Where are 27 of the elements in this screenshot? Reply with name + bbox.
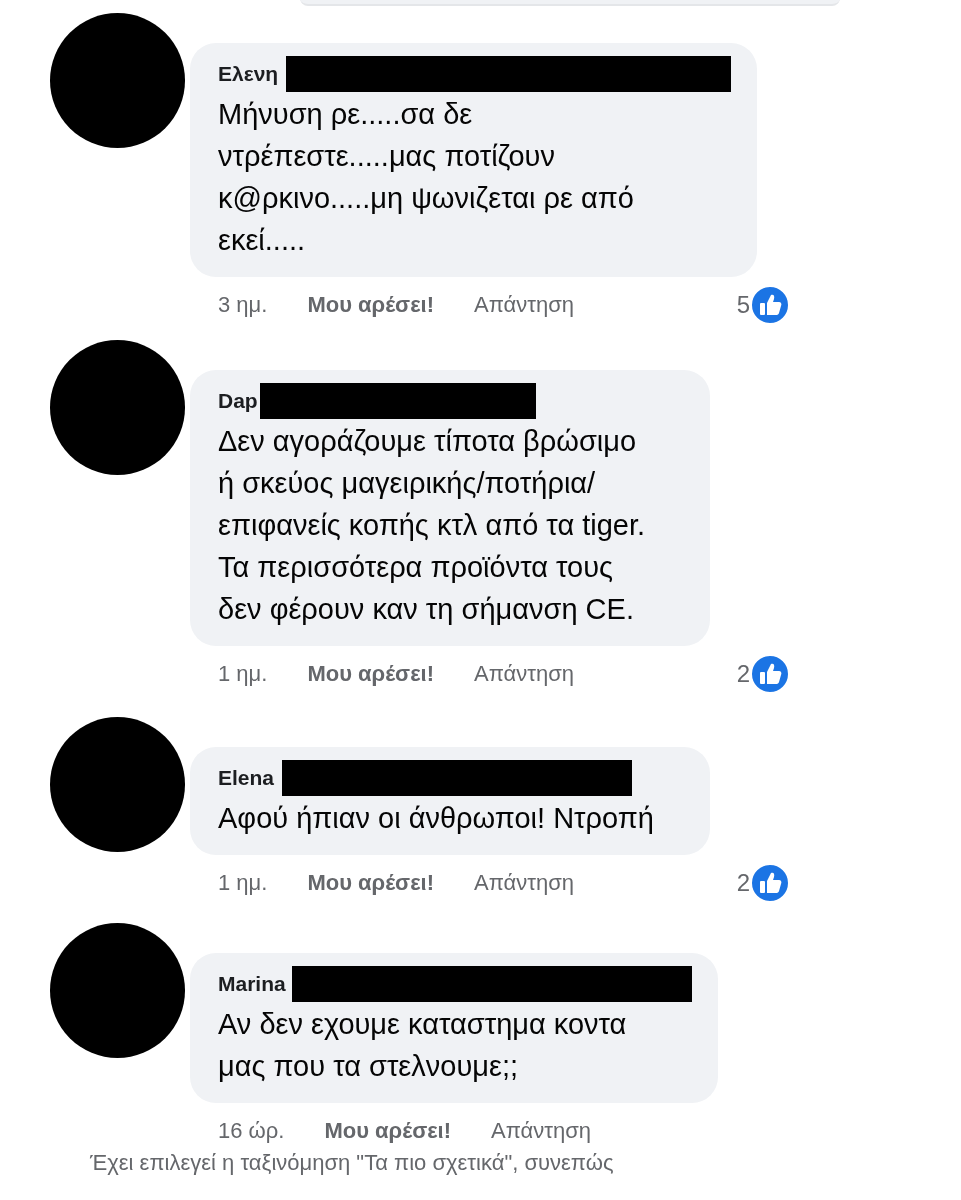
comment-text: Μήνυση ρε.....σα δε ντρέπεστε.....μας ποτίζουν κ@ρκινο.....μη ψωνιζεται ρε από εκεί..... <box>218 97 635 258</box>
reaction-count[interactable]: 5 <box>736 291 750 319</box>
reply-link[interactable]: Απάντηση <box>474 661 575 687</box>
comment-time[interactable]: 16 ώρ. <box>218 1118 285 1144</box>
like-link[interactable]: Μου αρέσει! <box>307 661 435 687</box>
comment-time[interactable]: 3 ημ. <box>218 292 268 318</box>
thumbs-up-icon <box>750 654 790 694</box>
reply-link[interactable]: Απάντηση <box>474 292 575 318</box>
sort-notice: Έχει επιλεγεί η ταξινόμηση "Τα πιο σχετικά", συνεπώς <box>90 1150 614 1176</box>
reaction-count[interactable]: 2 <box>736 660 750 688</box>
like-link[interactable]: Μου αρέσει! <box>324 1118 452 1144</box>
comment-time[interactable]: 1 ημ. <box>218 661 268 687</box>
reply-link[interactable]: Απάντηση <box>474 870 575 896</box>
like-link[interactable]: Μου αρέσει! <box>307 870 435 896</box>
author-name[interactable]: Elena <box>218 766 275 790</box>
comment-time[interactable]: 1 ημ. <box>218 870 268 896</box>
reply-link[interactable]: Απάντηση <box>491 1118 592 1144</box>
comment-text: Αν δεν εχουμε καταστημα κοντα μας που τα στελνουμε;; <box>218 1007 628 1084</box>
reaction-count[interactable]: 2 <box>736 869 750 897</box>
comment-text: Δεν αγοράζουμε τίποτα βρώσιμο ή σκεύος μαγειρικής/ποτήρια/ επιφανείς κοπής κτλ από τα tiger. Τα περισσότερα προϊόντα τους δεν φέρουν καν τη σήμανση CE. <box>218 424 647 627</box>
like-link[interactable]: Μου αρέσει! <box>307 292 435 318</box>
thumbs-up-icon <box>750 285 790 325</box>
thumbs-up-icon <box>750 863 790 903</box>
comment-text: Αφού ήπιαν οι άνθρωποι! Ντροπή <box>218 801 655 836</box>
author-name[interactable]: Ελενη <box>218 62 279 86</box>
author-name[interactable]: Marina <box>218 972 286 996</box>
author-name[interactable]: Dap <box>218 389 258 413</box>
